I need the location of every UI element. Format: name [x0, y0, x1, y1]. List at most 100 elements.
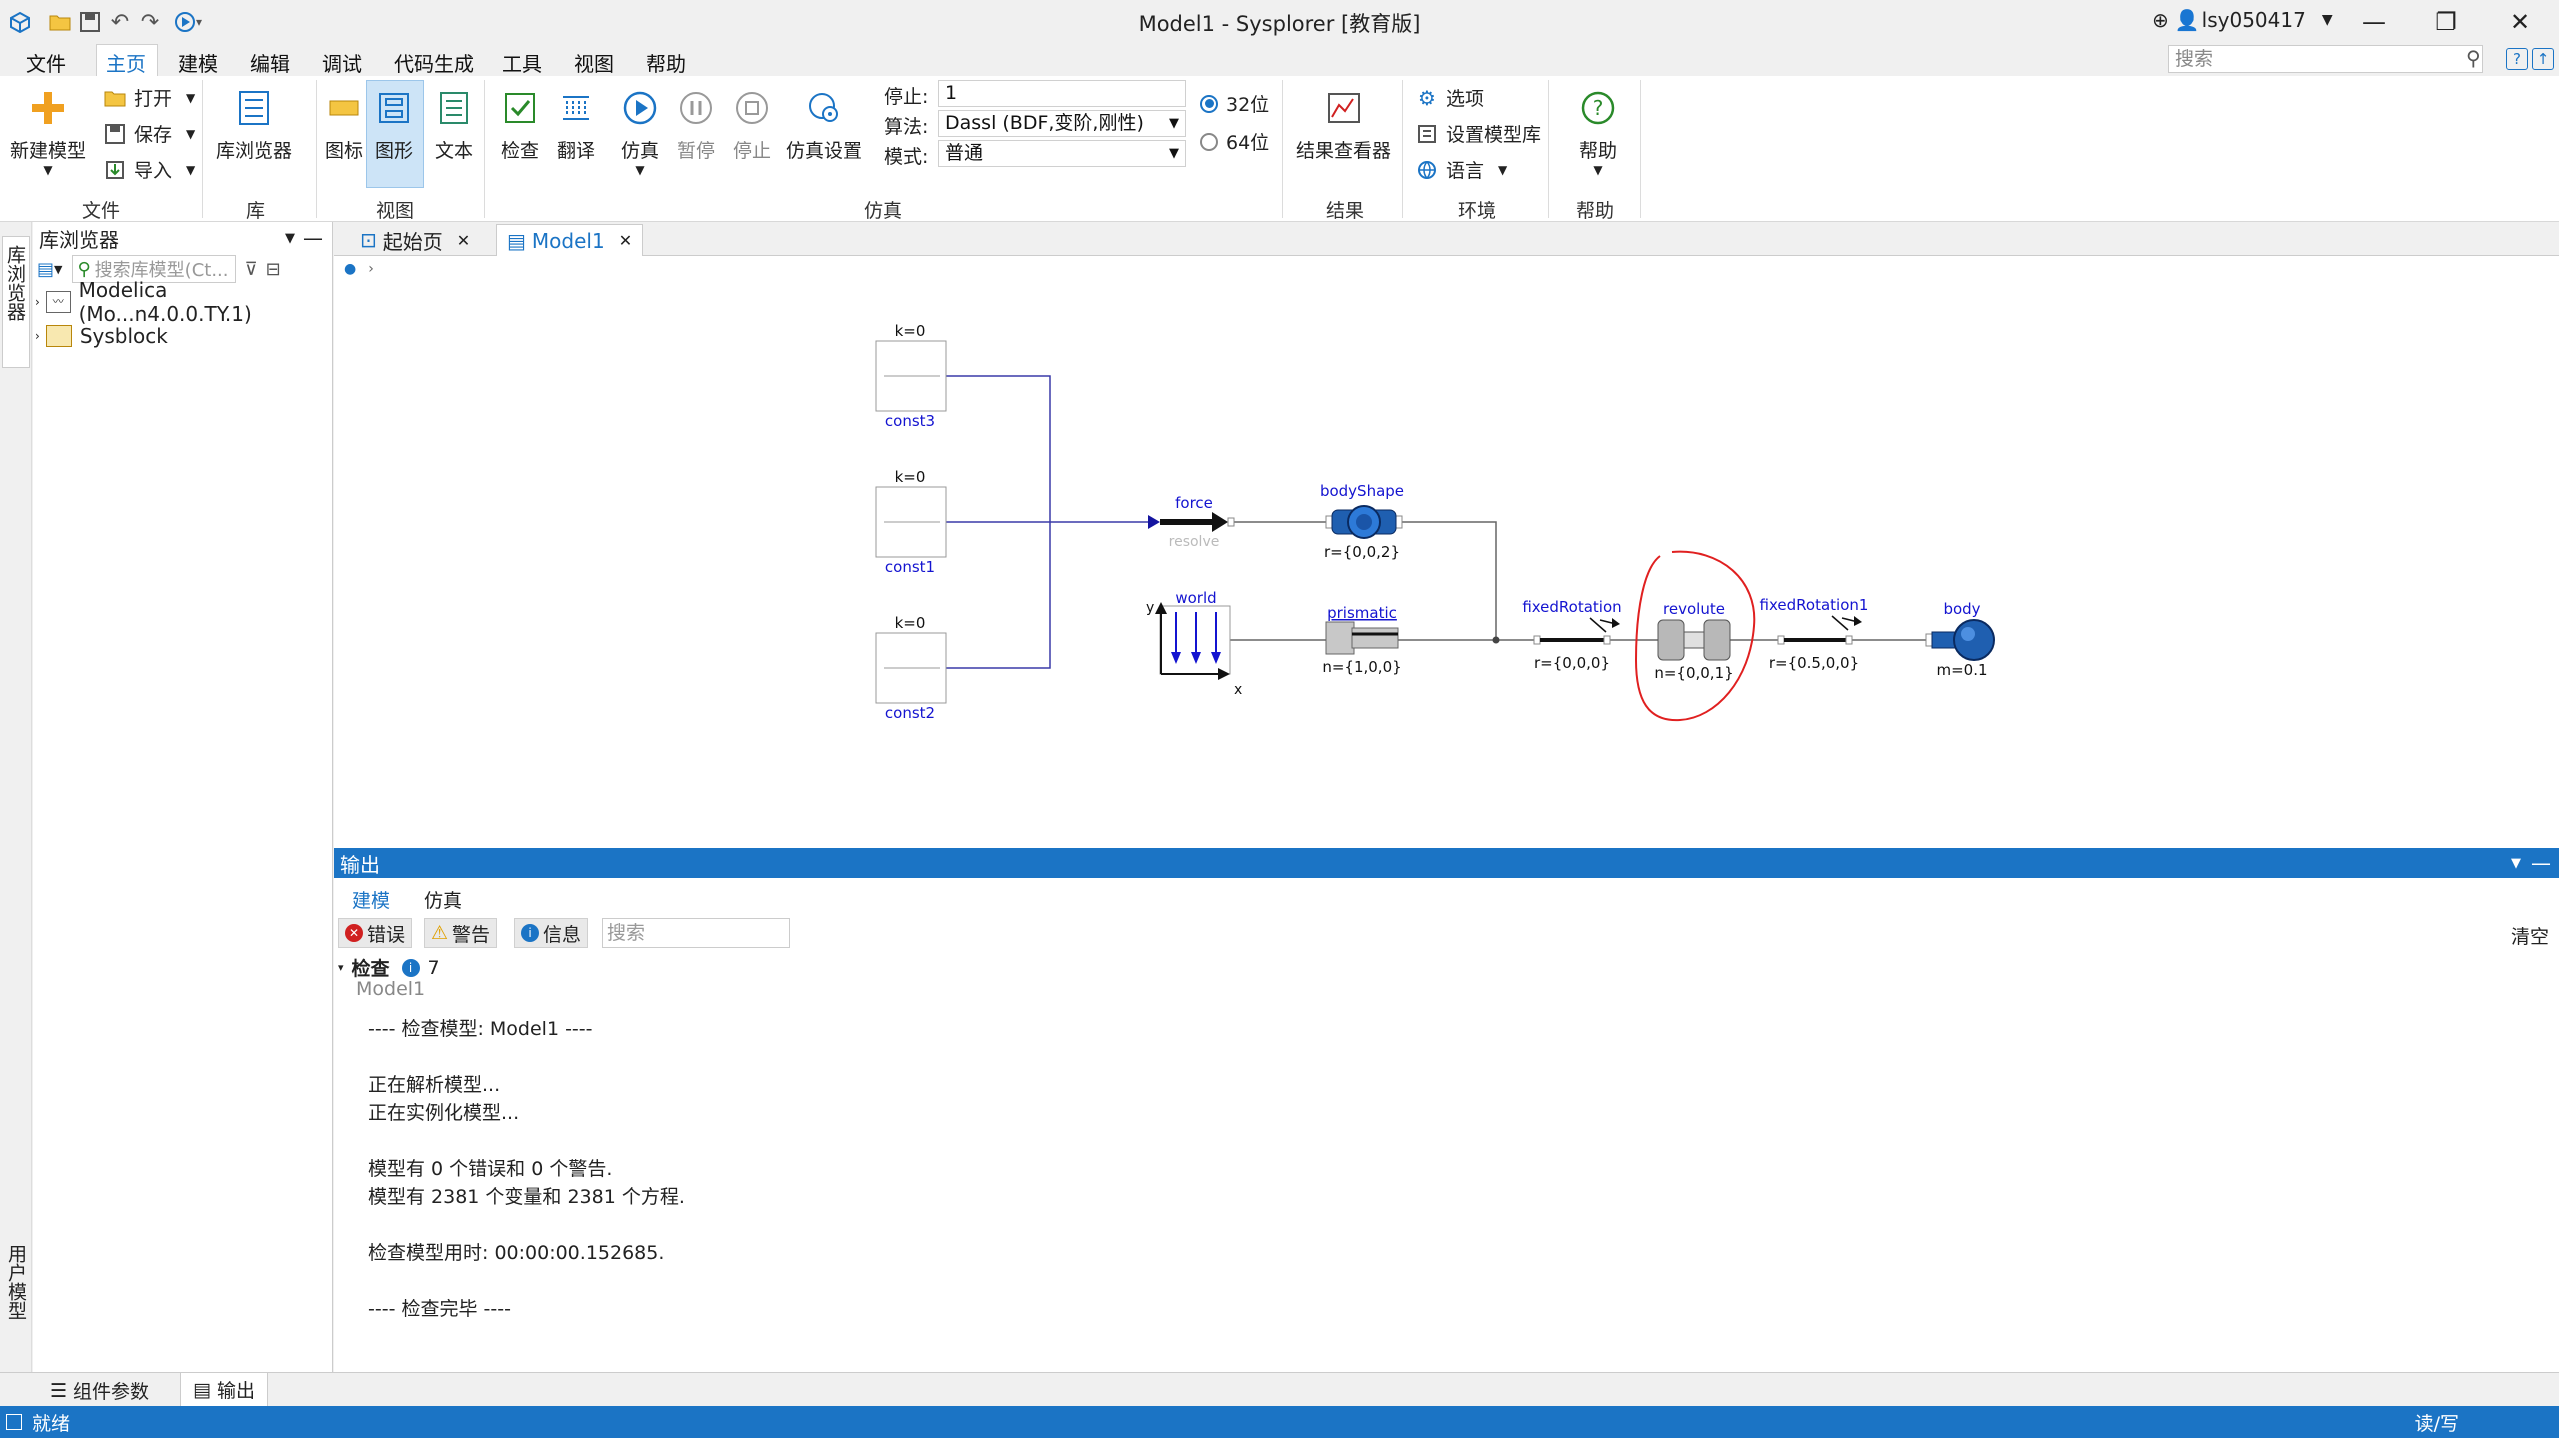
diagram-canvas[interactable]: k=0 const3 k=0 const1 k=0 const2 force r…	[334, 282, 2559, 848]
chart-icon	[1322, 86, 1366, 130]
library-icon	[232, 86, 276, 130]
menu-home[interactable]: 主页	[106, 48, 146, 77]
translate-button[interactable]: 翻译	[554, 86, 598, 163]
tab-model1[interactable]: ▤ Model1 ✕	[496, 224, 644, 256]
simulate-button[interactable]: 仿真 ▼	[618, 86, 662, 177]
body-param: m=0.1	[1936, 661, 1987, 679]
filter-error-button[interactable]: ✕ 错误	[338, 918, 413, 948]
output-tab-simulation[interactable]: 仿真	[424, 886, 462, 913]
help-button[interactable]: ? 帮助 ▼	[1576, 86, 1620, 177]
search-icon: ⚲	[77, 258, 91, 280]
check-button[interactable]: 检查	[498, 86, 542, 163]
filter-warning-button[interactable]: ⚠ 警告	[424, 918, 498, 948]
options-button[interactable]: ⚙ 选项	[1414, 84, 1484, 111]
sim-settings-button[interactable]: 仿真设置	[786, 86, 862, 163]
radio-64bit[interactable]: 64位	[1200, 128, 1269, 155]
fixedRotation-component[interactable]: fixedRotation r={0,0,0}	[1522, 598, 1621, 672]
open-button[interactable]: 打开 ▼	[102, 84, 195, 111]
menu-edit[interactable]: 编辑	[250, 48, 290, 77]
force-component[interactable]: force resolve	[1148, 494, 1235, 550]
icon-view-button[interactable]: 图标	[322, 86, 366, 163]
menu-modeling[interactable]: 建模	[178, 48, 218, 77]
import-button[interactable]: 导入 ▼	[102, 156, 195, 183]
revolute-component[interactable]: revolute n={0,0,1}	[1654, 600, 1733, 682]
menu-tools[interactable]: 工具	[502, 48, 542, 77]
mode-select[interactable]: 普通 ▼	[938, 140, 1186, 167]
stop-time-input[interactable]: 1	[938, 80, 1186, 107]
bodyShape-component[interactable]: bodyShape r={0,0,2}	[1320, 482, 1404, 561]
chevron-down-icon[interactable]: ▼	[2511, 856, 2521, 871]
model-diagram[interactable]: k=0 const3 k=0 const1 k=0 const2 force r…	[334, 282, 2559, 848]
set-model-library-button[interactable]: 设置模型库	[1414, 120, 1541, 147]
save-button[interactable]: 保存 ▼	[102, 120, 195, 147]
new-model-button[interactable]: 新建模型 ▼	[10, 86, 86, 177]
close-icon[interactable]: ✕	[619, 231, 632, 250]
close-button[interactable]: ✕	[2490, 2, 2550, 42]
chevron-down-icon: ▼	[2321, 12, 2333, 28]
restore-button[interactable]: ❐	[2416, 2, 2476, 42]
fixedRotation-param: r={0,0,0}	[1534, 654, 1610, 672]
fixedRotation1-label: fixedRotation1	[1760, 596, 1869, 614]
bottom-tab-component-params[interactable]: ☰ 组件参数	[50, 1377, 149, 1404]
group-sim-label: 仿真	[864, 200, 903, 222]
modelica-lib-icon: 〰	[45, 291, 71, 313]
log-line: 模型有 0 个错误和 0 个警告.	[368, 1158, 613, 1180]
breadcrumb-home-icon[interactable]: ●	[344, 261, 356, 277]
chevron-right-icon[interactable]: ›	[368, 261, 374, 277]
user-menu[interactable]: ⊕ 👤 lsy050417 ▼	[2152, 8, 2333, 32]
bottom-tab-output[interactable]: ▤ 输出	[180, 1373, 268, 1407]
minimize-button[interactable]: —	[2344, 2, 2404, 42]
chevron-down-icon[interactable]: ▼	[285, 231, 295, 246]
gear-icon: ⚙	[1418, 85, 1436, 110]
clear-output-button[interactable]: 清空	[2511, 922, 2549, 949]
bottom-tabs: ☰ 组件参数 ▤ 输出	[0, 1372, 2559, 1407]
menu-view[interactable]: 视图	[574, 48, 614, 77]
tab-start-page[interactable]: ⊡ 起始页 ✕	[350, 224, 480, 256]
tree-item-sysblock[interactable]: › Sysblock	[33, 320, 333, 352]
check-summary[interactable]: ▾ 检查 i 7	[338, 954, 440, 981]
close-icon[interactable]: ✕	[457, 231, 470, 250]
filter-icon[interactable]: ⊽	[244, 259, 257, 280]
text-view-button[interactable]: 文本	[432, 86, 476, 163]
menu-help[interactable]: 帮助	[646, 48, 686, 77]
side-tab-library-browser[interactable]: 库浏览器	[2, 236, 30, 368]
output-tab-modeling[interactable]: 建模	[352, 886, 391, 917]
const1-block[interactable]: k=0 const1	[875, 468, 947, 576]
diagram-view-button[interactable]: 图形	[372, 86, 416, 163]
output-search-input[interactable]: 搜索	[602, 918, 790, 948]
save-icon	[102, 121, 128, 147]
global-search-input[interactable]: 搜索	[2168, 45, 2483, 73]
side-tab-user-models[interactable]: 用户模型	[2, 1244, 30, 1364]
pause-button[interactable]: 暂停	[674, 86, 718, 163]
collapse-all-icon[interactable]: ⊟	[266, 259, 281, 280]
radio-32bit[interactable]: 32位	[1200, 90, 1269, 117]
minimize-panel-icon[interactable]: —	[303, 226, 323, 250]
fixedRotation1-component[interactable]: fixedRotation1 r={0.5,0,0}	[1760, 596, 1869, 672]
world-component[interactable]: world y x	[1146, 589, 1242, 698]
chevron-right-icon: ›	[35, 295, 40, 309]
body-component[interactable]: body m=0.1	[1925, 600, 1995, 679]
prismatic-component[interactable]: prismatic n={1,0,0}	[1322, 604, 1401, 676]
list-icon: ☰	[50, 1379, 68, 1402]
library-view-icon[interactable]: ▤	[37, 259, 54, 280]
filter-info-button[interactable]: i 信息	[514, 918, 589, 948]
minimize-panel-icon[interactable]: —	[2531, 851, 2551, 875]
tree-item-modelica[interactable]: › 〰 Modelica (Mo...n4.0.0.TY.1)	[33, 278, 333, 326]
stop-button[interactable]: 停止	[730, 86, 774, 163]
update-icon[interactable]: ↑	[2532, 48, 2554, 70]
menu-debug[interactable]: 调试	[322, 48, 362, 77]
result-viewer-button[interactable]: 结果查看器	[1296, 86, 1391, 163]
const2-block[interactable]: k=0 const2	[875, 614, 947, 722]
library-panel-header: 库浏览器 ▼ —	[39, 226, 323, 252]
language-button[interactable]: 语言 ▼	[1414, 156, 1507, 183]
log-line: 检查模型用时: 00:00:00.152685.	[368, 1242, 665, 1264]
menu-file[interactable]: 文件	[26, 48, 66, 77]
info-icon: i	[401, 958, 420, 977]
const3-block[interactable]: k=0 const3	[875, 322, 947, 430]
menu-codegen[interactable]: 代码生成	[394, 48, 474, 77]
const3-label: const3	[885, 412, 935, 430]
library-browser-button[interactable]: 库浏览器	[216, 86, 292, 163]
search-icon[interactable]: ⚲	[2466, 46, 2481, 70]
algorithm-select[interactable]: Dassl (BDF,变阶,刚性) ▼	[938, 110, 1186, 137]
help-icon[interactable]: ?	[2506, 48, 2528, 70]
